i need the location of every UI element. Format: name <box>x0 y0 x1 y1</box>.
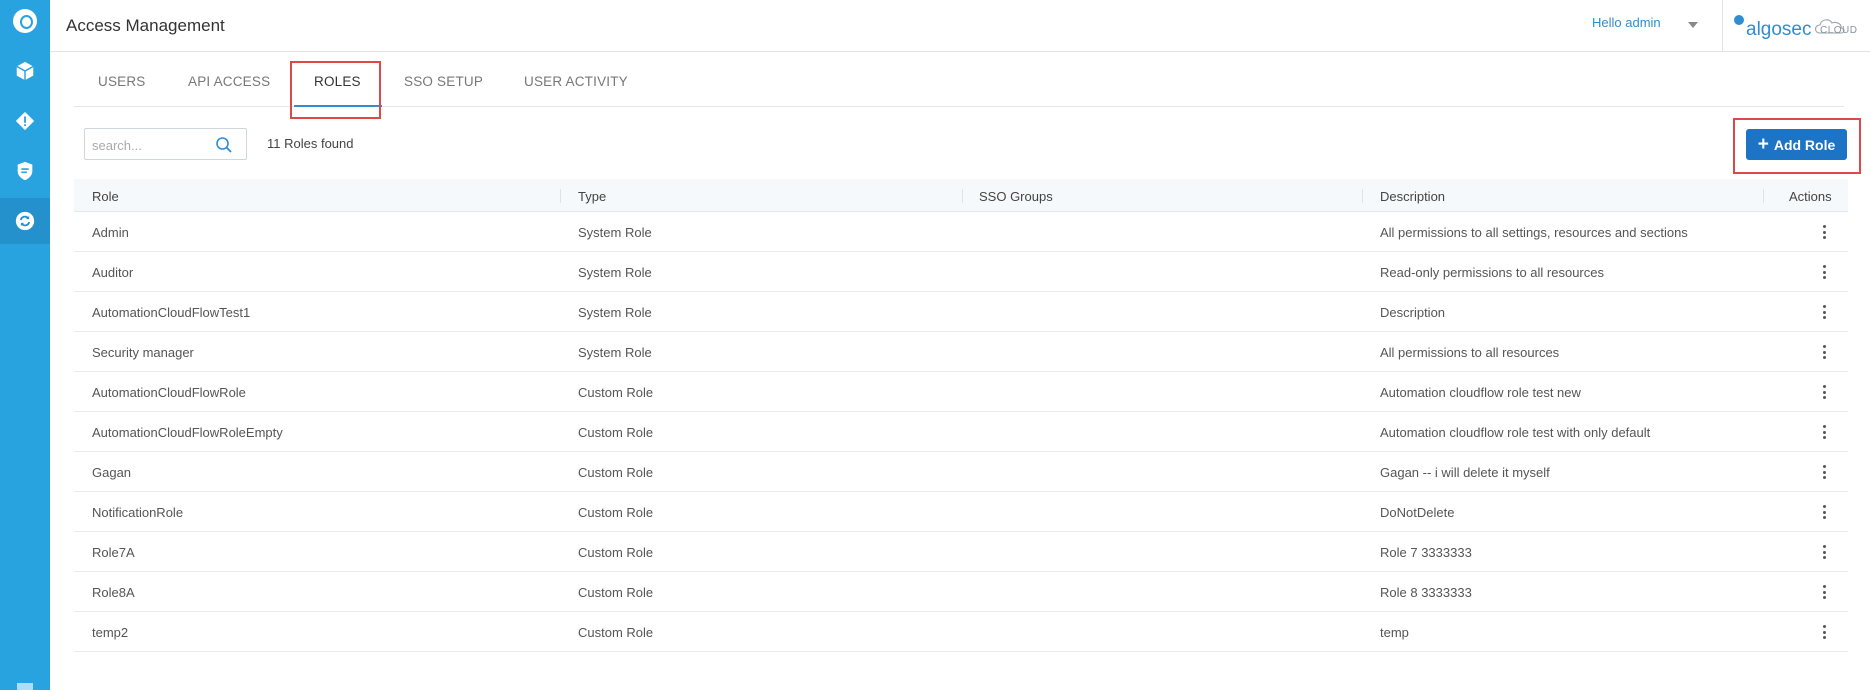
app-logo-icon[interactable] <box>13 9 37 33</box>
row-actions-kebab-icon[interactable] <box>1819 423 1829 441</box>
cell-role: Admin <box>92 225 129 240</box>
cell-type: Custom Role <box>578 625 654 640</box>
search-input[interactable] <box>92 135 212 155</box>
sidebar-bottom-icon[interactable] <box>17 683 33 690</box>
column-divider[interactable] <box>962 189 963 203</box>
cell-role: Role7A <box>92 545 135 560</box>
refresh-icon <box>15 211 35 231</box>
cube-icon <box>16 61 34 81</box>
row-actions-kebab-icon[interactable] <box>1819 623 1829 641</box>
table-row[interactable]: AutomationCloudFlowTest1 System Role Des… <box>74 292 1848 332</box>
row-actions-kebab-icon[interactable] <box>1819 583 1829 601</box>
cell-type: Custom Role <box>578 425 654 440</box>
cell-description: Gagan -- i will delete it myself <box>1380 465 1550 480</box>
cell-role: AutomationCloudFlowRoleEmpty <box>92 425 283 440</box>
table-row[interactable]: AutomationCloudFlowRole Custom Role Auto… <box>74 372 1848 412</box>
row-actions-kebab-icon[interactable] <box>1819 223 1829 241</box>
table-row[interactable]: Admin System Role All permissions to all… <box>74 212 1848 252</box>
column-header-sso-groups[interactable]: SSO Groups <box>979 189 1053 204</box>
cell-description: temp <box>1380 625 1409 640</box>
table-row[interactable]: NotificationRole Custom Role DoNotDelete <box>74 492 1848 532</box>
cell-type: Custom Role <box>578 505 654 520</box>
cell-type: System Role <box>578 225 652 240</box>
sidebar-item-risks[interactable] <box>0 98 50 144</box>
cell-description: Role 7 3333333 <box>1380 545 1472 560</box>
row-actions-kebab-icon[interactable] <box>1819 343 1829 361</box>
tab-sso-setup[interactable]: SSO SETUP <box>404 74 483 89</box>
table-row[interactable]: AutomationCloudFlowRoleEmpty Custom Role… <box>74 412 1848 452</box>
table-row[interactable]: Security manager System Role All permiss… <box>74 332 1848 372</box>
top-header: Access Management Hello admin algosec CL… <box>50 0 1870 52</box>
highlight-box-add-role <box>1733 118 1861 174</box>
highlight-box-roles-tab <box>290 61 381 119</box>
cell-type: Custom Role <box>578 585 654 600</box>
cell-description: Automation cloudflow role test with only… <box>1380 425 1651 440</box>
cell-role: NotificationRole <box>92 505 184 520</box>
row-actions-kebab-icon[interactable] <box>1819 263 1829 281</box>
search-icon[interactable] <box>214 135 234 155</box>
user-menu[interactable]: Hello admin <box>1592 15 1661 30</box>
row-actions-kebab-icon[interactable] <box>1819 303 1829 321</box>
column-divider[interactable] <box>1362 189 1363 203</box>
column-divider[interactable] <box>560 189 561 203</box>
page-title: Access Management <box>66 16 225 35</box>
cell-type: Custom Role <box>578 465 654 480</box>
cell-description: All permissions to all resources <box>1380 345 1560 360</box>
cell-description: Automation cloudflow role test new <box>1380 385 1581 400</box>
brand-logo: algosec CLOUD <box>1732 11 1862 41</box>
table-row[interactable]: Gagan Custom Role Gagan -- i will delete… <box>74 452 1848 492</box>
tab-user-activity[interactable]: USER ACTIVITY <box>524 74 628 89</box>
algosec-logo-icon: algosec CLOUD <box>1734 15 1858 40</box>
cell-description: Role 8 3333333 <box>1380 585 1472 600</box>
table-row[interactable]: temp2 Custom Role temp <box>74 612 1848 652</box>
row-actions-kebab-icon[interactable] <box>1819 543 1829 561</box>
tab-api-access[interactable]: API ACCESS <box>188 74 270 89</box>
cell-type: System Role <box>578 265 652 280</box>
brand-suffix: CLOUD <box>1820 25 1858 36</box>
cell-description: Description <box>1380 305 1446 320</box>
sidebar-item-sync[interactable] <box>0 198 50 244</box>
cell-description: Read-only permissions to all resources <box>1380 265 1604 280</box>
row-actions-kebab-icon[interactable] <box>1819 503 1829 521</box>
cell-type: System Role <box>578 345 652 360</box>
sidebar <box>0 0 50 690</box>
brand-name: algosec <box>1746 19 1812 40</box>
column-divider[interactable] <box>1763 189 1764 203</box>
tab-users[interactable]: USERS <box>98 74 146 89</box>
header-divider <box>1722 0 1723 52</box>
cell-role: Gagan <box>92 465 132 480</box>
column-header-description[interactable]: Description <box>1380 189 1445 204</box>
table-row[interactable]: Role8A Custom Role Role 8 3333333 <box>74 572 1848 612</box>
chevron-down-icon[interactable] <box>1688 22 1698 28</box>
row-actions-kebab-icon[interactable] <box>1819 463 1829 481</box>
shield-icon <box>17 161 33 181</box>
cell-description: All permissions to all settings, resourc… <box>1380 225 1688 240</box>
search-box <box>84 128 247 160</box>
column-header-type[interactable]: Type <box>578 189 606 204</box>
cell-type: Custom Role <box>578 385 654 400</box>
row-actions-kebab-icon[interactable] <box>1819 383 1829 401</box>
cell-role: AutomationCloudFlowRole <box>92 385 246 400</box>
cell-type: Custom Role <box>578 545 654 560</box>
alert-diamond-icon <box>15 111 35 131</box>
table-body: Admin System Role All permissions to all… <box>74 212 1848 652</box>
sidebar-item-inventory[interactable] <box>0 48 50 94</box>
table-row[interactable]: Auditor System Role Read-only permission… <box>74 252 1848 292</box>
column-header-actions: Actions <box>1789 189 1832 204</box>
cell-role: Security manager <box>92 345 194 360</box>
cell-description: DoNotDelete <box>1380 505 1455 520</box>
table-header: Role Type SSO Groups Description Actions <box>74 179 1848 212</box>
column-header-role[interactable]: Role <box>92 189 119 204</box>
sidebar-item-policies[interactable] <box>0 148 50 194</box>
cell-role: AutomationCloudFlowTest1 <box>92 305 251 320</box>
table-row[interactable]: Role7A Custom Role Role 7 3333333 <box>74 532 1848 572</box>
cell-role: temp2 <box>92 625 129 640</box>
cell-role: Auditor <box>92 265 134 280</box>
roles-table: Role Type SSO Groups Description Actions… <box>74 179 1848 652</box>
cell-type: System Role <box>578 305 652 320</box>
results-count: 11 Roles found <box>267 136 354 151</box>
cell-role: Role8A <box>92 585 135 600</box>
user-greeting: Hello admin <box>1592 15 1661 30</box>
